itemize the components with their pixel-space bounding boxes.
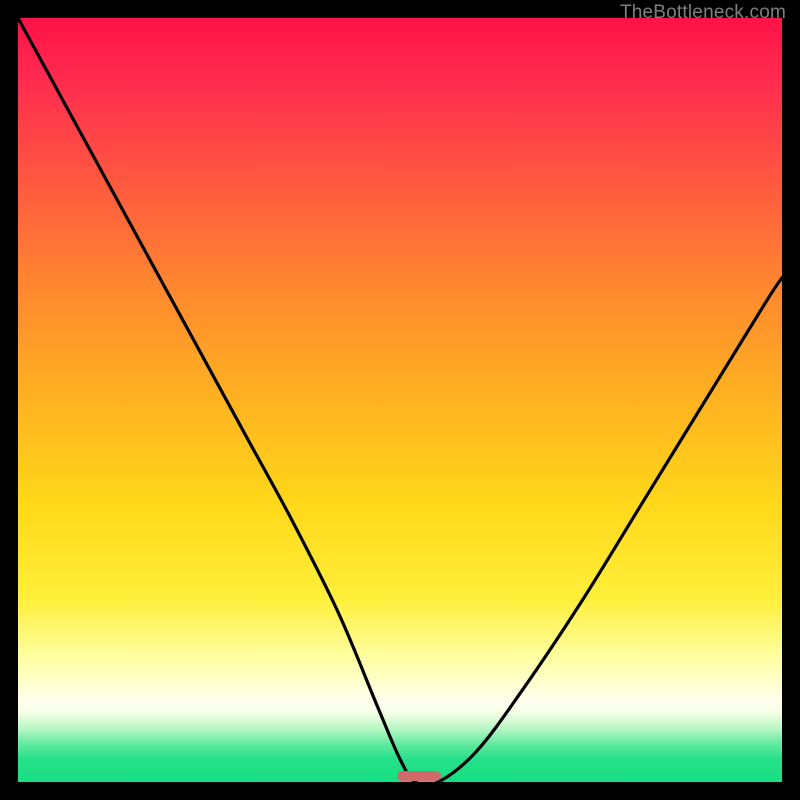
plot-area	[18, 18, 782, 782]
optimal-marker	[397, 771, 441, 781]
watermark-text: TheBottleneck.com	[620, 2, 786, 24]
bottleneck-curve	[18, 18, 782, 782]
chart-stage: TheBottleneck.com	[0, 0, 800, 800]
